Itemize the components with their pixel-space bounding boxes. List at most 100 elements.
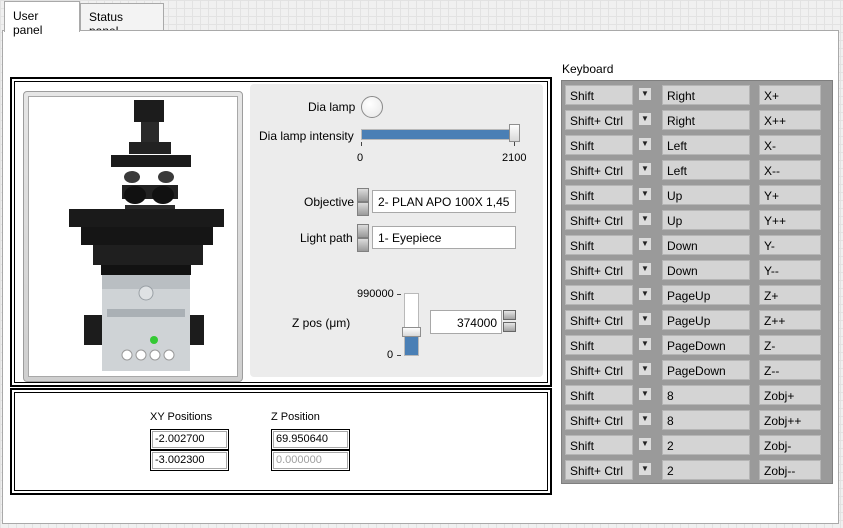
z-pos-slider-thumb[interactable] bbox=[402, 327, 421, 338]
keyboard-action-cell[interactable]: X-- bbox=[759, 160, 821, 180]
keyboard-modifier-cell[interactable]: Shift+ Ctrl bbox=[565, 210, 633, 230]
microscope-image bbox=[28, 96, 238, 377]
z-position-label: Z Position bbox=[271, 411, 320, 423]
light-path-ring-down[interactable] bbox=[357, 238, 369, 252]
keyboard-modifier-cell[interactable]: Shift+ Ctrl bbox=[565, 110, 633, 130]
dropdown-arrow-icon[interactable]: ▼ bbox=[638, 187, 652, 201]
dropdown-arrow-icon[interactable]: ▼ bbox=[638, 437, 652, 451]
objective-ring-value[interactable]: 2- PLAN APO 100X 1,45 bbox=[372, 190, 516, 213]
dia-lamp-label: Dia lamp bbox=[308, 100, 356, 114]
keyboard-title: Keyboard bbox=[562, 62, 614, 76]
keyboard-modifier-cell[interactable]: Shift+ Ctrl bbox=[565, 410, 633, 430]
z-pos-label: Z pos (μm) bbox=[292, 316, 351, 330]
z-max-tick bbox=[397, 294, 401, 295]
keyboard-action-cell[interactable]: Zobj++ bbox=[759, 410, 821, 430]
dia-lamp-intensity-label: Dia lamp intensity bbox=[259, 129, 354, 143]
objective-ring-down[interactable] bbox=[357, 202, 369, 216]
dropdown-arrow-icon[interactable]: ▼ bbox=[638, 462, 652, 476]
z-max-label: 990000 bbox=[357, 288, 394, 300]
keyboard-action-cell[interactable]: Y-- bbox=[759, 260, 821, 280]
keyboard-modifier-cell[interactable]: Shift+ Ctrl bbox=[565, 360, 633, 380]
keyboard-key-cell[interactable]: Right bbox=[662, 110, 750, 130]
keyboard-action-cell[interactable]: Y++ bbox=[759, 210, 821, 230]
keyboard-key-cell[interactable]: Down bbox=[662, 260, 750, 280]
keyboard-action-cell[interactable]: X- bbox=[759, 135, 821, 155]
keyboard-modifier-cell[interactable]: Shift+ Ctrl bbox=[565, 460, 633, 480]
dia-lamp-led[interactable] bbox=[361, 96, 383, 118]
dropdown-arrow-icon[interactable]: ▼ bbox=[638, 212, 652, 226]
keyboard-modifier-cell[interactable]: Shift bbox=[565, 435, 633, 455]
keyboard-key-cell[interactable]: PageUp bbox=[662, 310, 750, 330]
intensity-slider-thumb[interactable] bbox=[509, 124, 520, 142]
y-position-indicator: -3.002300 bbox=[150, 450, 229, 471]
keyboard-action-cell[interactable]: Y+ bbox=[759, 185, 821, 205]
dropdown-arrow-icon[interactable]: ▼ bbox=[638, 112, 652, 126]
keyboard-key-cell[interactable]: PageDown bbox=[662, 360, 750, 380]
dropdown-arrow-icon[interactable]: ▼ bbox=[638, 337, 652, 351]
keyboard-key-cell[interactable]: 2 bbox=[662, 435, 750, 455]
dropdown-arrow-icon[interactable]: ▼ bbox=[638, 237, 652, 251]
z-pos-input[interactable]: 374000 bbox=[430, 310, 502, 334]
keyboard-action-cell[interactable]: X+ bbox=[759, 85, 821, 105]
keyboard-key-cell[interactable]: Left bbox=[662, 135, 750, 155]
keyboard-key-cell[interactable]: Right bbox=[662, 85, 750, 105]
keyboard-key-cell[interactable]: PageDown bbox=[662, 335, 750, 355]
keyboard-modifier-cell[interactable]: Shift+ Ctrl bbox=[565, 310, 633, 330]
keyboard-action-cell[interactable]: Z-- bbox=[759, 360, 821, 380]
z-min-label: 0 bbox=[387, 349, 394, 361]
light-path-label: Light path bbox=[300, 231, 353, 245]
keyboard-key-cell[interactable]: Up bbox=[662, 185, 750, 205]
keyboard-action-cell[interactable]: Zobj+ bbox=[759, 385, 821, 405]
z-pos-decrement[interactable] bbox=[503, 322, 516, 332]
keyboard-modifier-cell[interactable]: Shift bbox=[565, 185, 633, 205]
keyboard-action-cell[interactable]: Z+ bbox=[759, 285, 821, 305]
tab-status-panel[interactable]: Status panel bbox=[80, 3, 164, 38]
keyboard-modifier-cell[interactable]: Shift bbox=[565, 235, 633, 255]
light-path-ring-up[interactable] bbox=[357, 224, 369, 238]
dia-lamp-intensity-slider[interactable] bbox=[361, 129, 511, 140]
keyboard-action-cell[interactable]: Y- bbox=[759, 235, 821, 255]
keyboard-modifier-cell[interactable]: Shift bbox=[565, 85, 633, 105]
keyboard-key-cell[interactable]: PageUp bbox=[662, 285, 750, 305]
dropdown-arrow-icon[interactable]: ▼ bbox=[638, 387, 652, 401]
dropdown-arrow-icon[interactable]: ▼ bbox=[638, 137, 652, 151]
dropdown-arrow-icon[interactable]: ▼ bbox=[638, 362, 652, 376]
microscope-image-frame bbox=[23, 91, 243, 382]
keyboard-action-cell[interactable]: X++ bbox=[759, 110, 821, 130]
keyboard-action-cell[interactable]: Zobj-- bbox=[759, 460, 821, 480]
keyboard-modifier-cell[interactable]: Shift bbox=[565, 285, 633, 305]
keyboard-action-cell[interactable]: Z++ bbox=[759, 310, 821, 330]
keyboard-modifier-cell[interactable]: Shift bbox=[565, 135, 633, 155]
z-pos-increment[interactable] bbox=[503, 310, 516, 320]
dropdown-arrow-icon[interactable]: ▼ bbox=[638, 312, 652, 326]
intensity-slider-fill bbox=[362, 130, 510, 139]
intensity-max-tick bbox=[514, 142, 515, 146]
dropdown-arrow-icon[interactable]: ▼ bbox=[638, 287, 652, 301]
keyboard-key-cell[interactable]: 2 bbox=[662, 460, 750, 480]
dropdown-arrow-icon[interactable]: ▼ bbox=[638, 262, 652, 276]
keyboard-key-cell[interactable]: Down bbox=[662, 235, 750, 255]
keyboard-key-cell[interactable]: Up bbox=[662, 210, 750, 230]
intensity-min-tick bbox=[361, 142, 362, 146]
dropdown-arrow-icon[interactable]: ▼ bbox=[638, 87, 652, 101]
keyboard-key-cell[interactable]: Left bbox=[662, 160, 750, 180]
z-pos-slider[interactable] bbox=[404, 293, 419, 356]
x-position-indicator: -2.002700 bbox=[150, 429, 229, 450]
keyboard-shortcut-table: Shift ▼ Right X+ Shift+ Ctrl ▼ Right X++ Shift ▼ L… bbox=[561, 80, 833, 484]
keyboard-modifier-cell[interactable]: Shift bbox=[565, 385, 633, 405]
z-position-secondary-indicator: 0.000000 bbox=[271, 450, 350, 471]
light-path-ring-value[interactable]: 1- Eyepiece bbox=[372, 226, 516, 249]
dropdown-arrow-icon[interactable]: ▼ bbox=[638, 162, 652, 176]
keyboard-key-cell[interactable]: 8 bbox=[662, 410, 750, 430]
keyboard-modifier-cell[interactable]: Shift bbox=[565, 335, 633, 355]
keyboard-key-cell[interactable]: 8 bbox=[662, 385, 750, 405]
tab-user-panel[interactable]: User panel bbox=[4, 1, 80, 37]
objective-label: Objective bbox=[304, 195, 355, 209]
keyboard-action-cell[interactable]: Z- bbox=[759, 335, 821, 355]
keyboard-modifier-cell[interactable]: Shift+ Ctrl bbox=[565, 160, 633, 180]
keyboard-modifier-cell[interactable]: Shift+ Ctrl bbox=[565, 260, 633, 280]
objective-ring-up[interactable] bbox=[357, 188, 369, 202]
xy-positions-label: XY Positions bbox=[150, 411, 213, 423]
dropdown-arrow-icon[interactable]: ▼ bbox=[638, 412, 652, 426]
keyboard-action-cell[interactable]: Zobj- bbox=[759, 435, 821, 455]
